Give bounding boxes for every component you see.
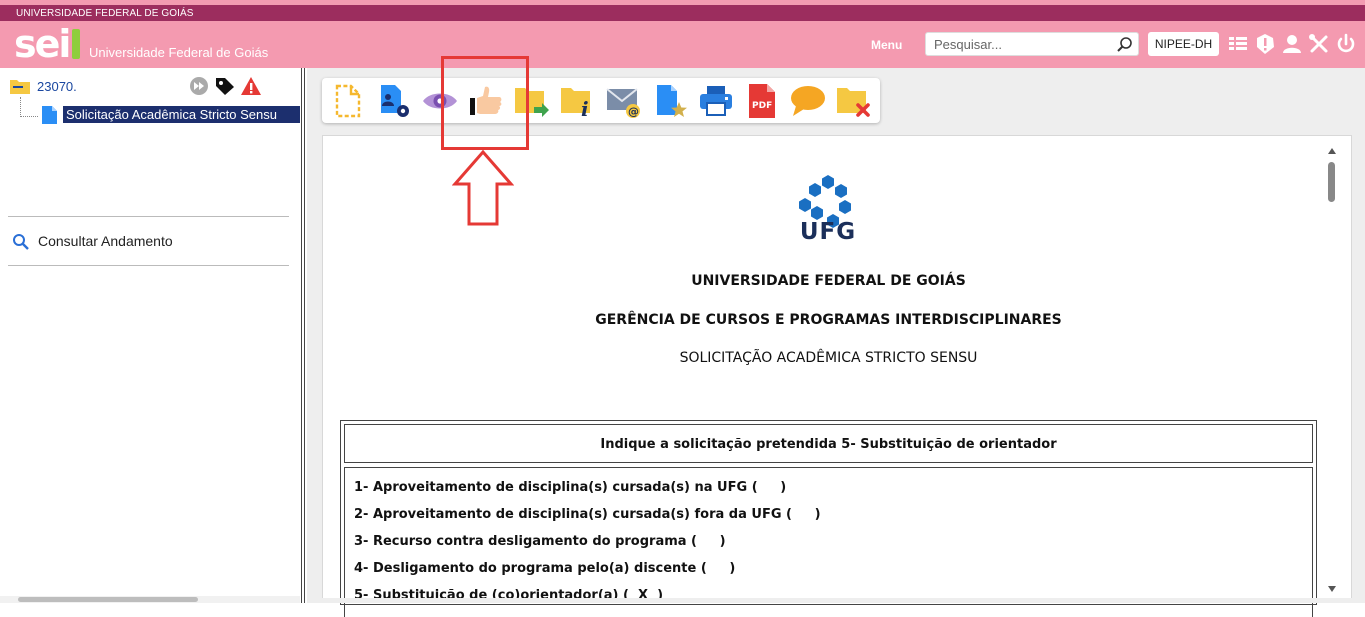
process-number[interactable]: 23070. bbox=[37, 79, 77, 94]
document-settings-button[interactable] bbox=[376, 83, 412, 119]
pdf-button[interactable]: PDF bbox=[744, 83, 780, 119]
send-email-icon: @ bbox=[606, 88, 640, 118]
institution-strip: UNIVERSIDADE FEDERAL DE GOIÁS bbox=[0, 0, 1365, 21]
unit-selector[interactable]: NIPEE-DH bbox=[1148, 32, 1219, 56]
alert-icon[interactable] bbox=[1254, 32, 1276, 56]
send-email-button[interactable]: @ bbox=[606, 83, 642, 119]
search-icon bbox=[13, 234, 29, 250]
highlight-box bbox=[441, 56, 529, 150]
doc-title-form: SOLICITAÇÃO ACADÊMICA STRICTO SENSU bbox=[679, 350, 978, 366]
delete-button[interactable] bbox=[836, 83, 872, 119]
scroll-up-arrow[interactable] bbox=[1328, 148, 1336, 154]
sei-logo[interactable]: sei bbox=[14, 22, 81, 66]
search-icon[interactable] bbox=[1116, 36, 1134, 54]
print-button[interactable] bbox=[698, 83, 734, 119]
doc-title-university: UNIVERSIDADE FEDERAL DE GOIÁS bbox=[691, 273, 966, 289]
scrollbar-thumb[interactable] bbox=[1328, 162, 1335, 202]
institution-name: UNIVERSIDADE FEDERAL DE GOIÁS bbox=[16, 8, 194, 19]
option-item: 3- Recurso contra desligamento do progra… bbox=[354, 534, 726, 549]
logo-text: sei bbox=[14, 22, 71, 66]
header-bar: sei Universidade Federal de Goiás Menu N… bbox=[0, 21, 1365, 68]
pdf-icon: PDF bbox=[749, 84, 775, 118]
search-input[interactable] bbox=[934, 36, 1114, 53]
tag-icon[interactable] bbox=[214, 76, 236, 96]
option-item: 4- Desligamento do programa pelo(a) disc… bbox=[354, 561, 736, 576]
table-header: Indique a solicitação pretendida 5- Subs… bbox=[600, 437, 1057, 452]
tree-connector bbox=[20, 97, 21, 117]
list-icon[interactable] bbox=[1227, 32, 1249, 56]
sidebar-divider bbox=[8, 216, 289, 217]
viewer-bottom-edge bbox=[307, 598, 1365, 603]
ufg-logo-text: UFG bbox=[799, 219, 857, 245]
org-name: Universidade Federal de Goiás bbox=[89, 45, 269, 60]
process-info-icon: i bbox=[561, 88, 590, 121]
process-tree-panel: 23070. bbox=[0, 68, 300, 603]
scroll-down-arrow[interactable] bbox=[1328, 586, 1336, 592]
options-cell: 1- Aproveitamento de disciplina(s) cursa… bbox=[344, 467, 1313, 617]
new-document-icon bbox=[335, 84, 361, 118]
search-box bbox=[925, 32, 1139, 56]
option-item: 2- Aproveitamento de disciplina(s) cursa… bbox=[354, 507, 821, 522]
folder-icon bbox=[10, 80, 30, 94]
svg-text:PDF: PDF bbox=[752, 101, 772, 111]
sidebar-divider bbox=[8, 265, 289, 266]
panel-splitter[interactable] bbox=[300, 68, 307, 603]
logo-exclamation bbox=[72, 29, 81, 59]
svg-text:@: @ bbox=[628, 105, 639, 118]
tree-connector bbox=[20, 116, 38, 117]
horizontal-scrollbar[interactable] bbox=[0, 596, 300, 603]
up-arrow-annotation-icon bbox=[452, 150, 514, 226]
new-document-button[interactable] bbox=[330, 83, 366, 119]
process-info-button[interactable]: i bbox=[560, 83, 596, 121]
user-icon[interactable] bbox=[1281, 32, 1303, 56]
tree-document-node[interactable]: Solicitação Acadêmica Stricto Sensu bbox=[63, 106, 301, 123]
document-toolbar: i @ PDF bbox=[322, 78, 880, 123]
print-icon bbox=[700, 86, 732, 116]
scrollbar-thumb[interactable] bbox=[18, 597, 198, 602]
favorite-document-icon bbox=[657, 85, 687, 117]
document-settings-icon bbox=[381, 85, 409, 117]
warning-icon[interactable] bbox=[240, 76, 262, 96]
request-table: Indique a solicitação pretendida 5- Subs… bbox=[340, 420, 1317, 617]
forward-icon[interactable] bbox=[189, 76, 209, 96]
option-item: 1- Aproveitamento de disciplina(s) cursa… bbox=[354, 480, 787, 495]
menu-button[interactable]: Menu bbox=[871, 38, 902, 52]
favorite-document-button[interactable] bbox=[652, 83, 688, 119]
vertical-scrollbar[interactable] bbox=[1326, 146, 1338, 606]
delete-icon bbox=[837, 88, 870, 117]
tools-icon[interactable] bbox=[1308, 32, 1330, 56]
comment-icon bbox=[791, 86, 825, 116]
power-icon[interactable] bbox=[1335, 32, 1357, 56]
document-icon bbox=[42, 106, 57, 124]
comment-button[interactable] bbox=[790, 83, 826, 119]
table-header-cell: Indique a solicitação pretendida 5- Subs… bbox=[344, 424, 1313, 463]
doc-title-department: GERÊNCIA DE CURSOS E PROGRAMAS INTERDISC… bbox=[595, 312, 1062, 328]
svg-text:i: i bbox=[581, 97, 589, 119]
strip-accent bbox=[0, 0, 1365, 5]
consult-progress-label: Consultar Andamento bbox=[38, 233, 173, 249]
